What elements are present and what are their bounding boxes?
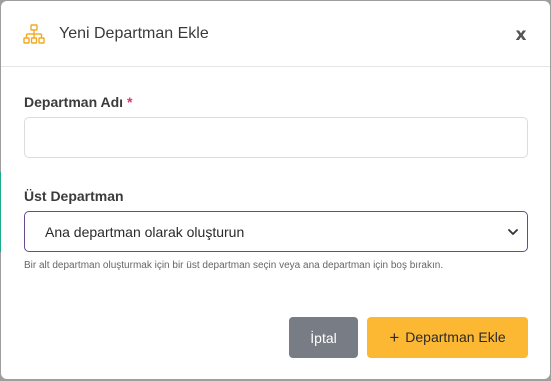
chevron-down-icon (507, 225, 519, 239)
department-name-label-text: Departman Adı (24, 94, 124, 110)
parent-department-select[interactable]: Ana departman olarak oluşturun (24, 211, 528, 252)
plus-icon: + (389, 327, 400, 347)
add-department-button-label: Departman Ekle (405, 328, 506, 345)
close-button[interactable]: x (513, 25, 529, 45)
cancel-button[interactable]: İptal (289, 317, 358, 358)
sitemap-icon (23, 24, 45, 44)
add-department-button[interactable]: + Departman Ekle (367, 317, 528, 358)
add-department-modal: Yeni Departman Ekle x Departman Adı * Üs… (1, 1, 550, 379)
modal-title: Yeni Departman Ekle (59, 25, 209, 42)
parent-department-help-text: Bir alt departman oluşturmak için bir üs… (24, 260, 444, 271)
modal-header: Yeni Departman Ekle x (1, 1, 550, 67)
department-name-input[interactable] (24, 117, 528, 158)
department-name-label: Departman Adı * (24, 93, 132, 111)
required-marker: * (126, 94, 133, 110)
parent-department-selected-value: Ana departman olarak oluşturun (45, 224, 245, 240)
parent-department-label: Üst Departman (24, 188, 124, 204)
